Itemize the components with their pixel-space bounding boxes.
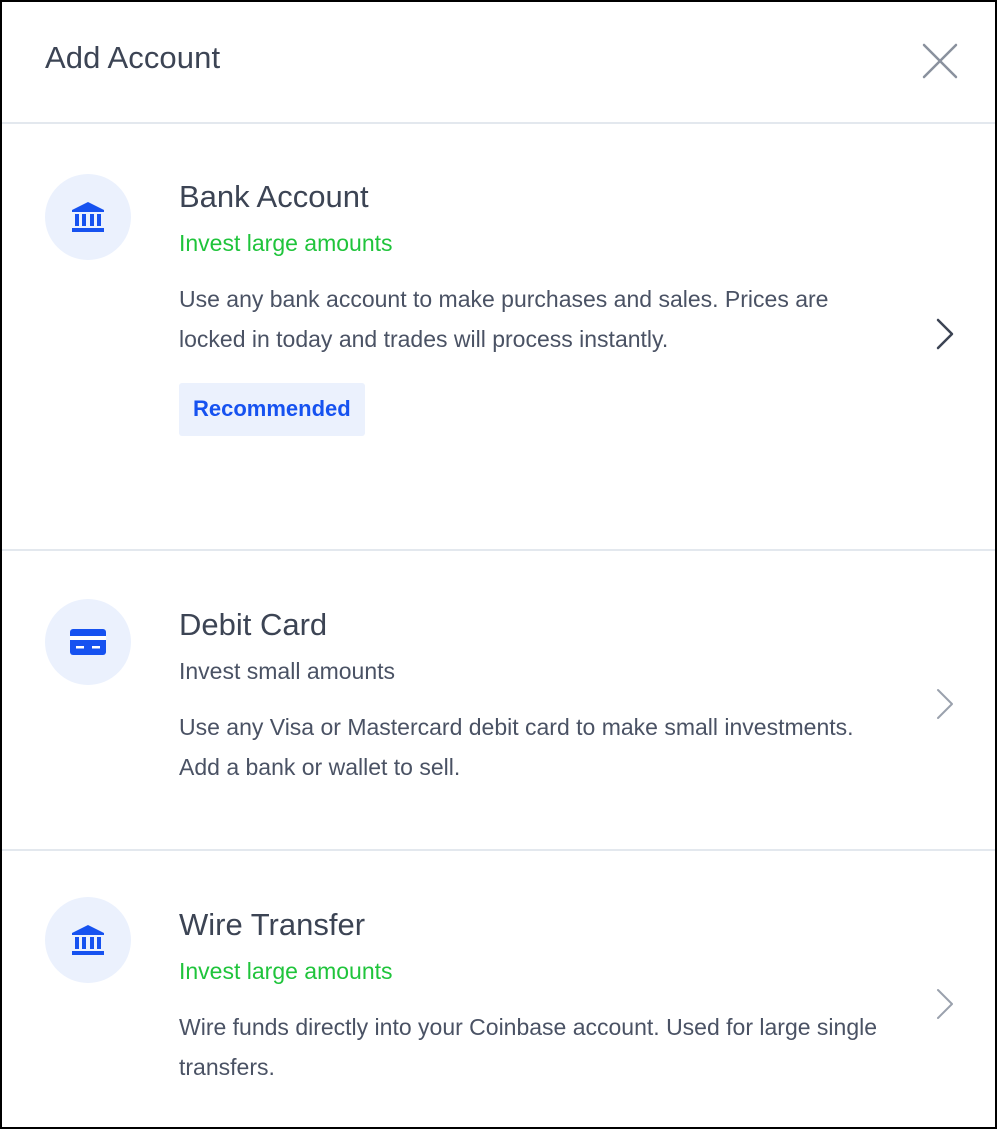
option-subtitle: Invest large amounts: [179, 958, 393, 984]
option-bank-account[interactable]: Bank Account Invest large amounts Use an…: [2, 124, 995, 551]
add-account-modal: Add Account Bank Account Invest large am…: [0, 0, 997, 1129]
credit-card-icon: [70, 629, 106, 655]
option-description: Use any bank account to make purchases a…: [179, 286, 829, 352]
option-subtitle: Invest small amounts: [179, 658, 396, 684]
option-title: Bank Account: [179, 179, 369, 214]
option-title: Wire Transfer: [179, 907, 366, 942]
option-description: Wire funds directly into your Coinbase a…: [179, 1014, 878, 1080]
option-subtitle: Invest large amounts: [179, 230, 393, 256]
close-icon: [922, 43, 958, 79]
option-wire-transfer[interactable]: Wire Transfer Invest large amounts Wire …: [2, 851, 995, 1127]
chevron-right-icon: [936, 318, 954, 350]
option-debit-card[interactable]: Debit Card Invest small amounts Use any …: [2, 551, 995, 851]
close-button[interactable]: [921, 42, 959, 80]
bank-icon: [72, 925, 104, 955]
recommended-badge: Recommended: [179, 383, 365, 436]
bank-icon: [72, 202, 104, 232]
modal-title: Add Account: [45, 40, 221, 75]
option-content: Debit Card Invest small amounts Use any …: [179, 607, 895, 787]
option-content: Bank Account Invest large amounts Use an…: [179, 179, 895, 436]
chevron-right-icon: [937, 989, 953, 1019]
chevron-right-icon: [937, 689, 953, 719]
card-icon-circle: [45, 599, 131, 685]
option-description: Use any Visa or Mastercard debit card to…: [179, 714, 854, 780]
option-title: Debit Card: [179, 607, 328, 642]
bank-icon-circle: [45, 174, 131, 260]
option-content: Wire Transfer Invest large amounts Wire …: [179, 907, 895, 1087]
bank-icon-circle: [45, 897, 131, 983]
modal-header: Add Account: [2, 2, 995, 124]
